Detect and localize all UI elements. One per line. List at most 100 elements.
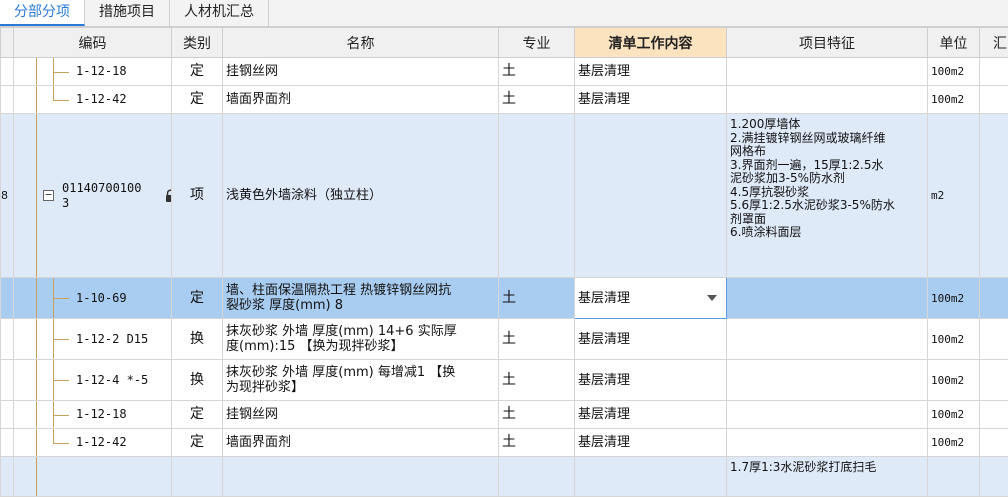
header-name[interactable]: 名称 — [223, 28, 499, 58]
table-row-item[interactable]: 1.7厚1:3水泥砂浆打底扫毛 — [1, 457, 1008, 497]
type-cell[interactable]: 项 — [172, 114, 223, 278]
code-cell[interactable]: 1-12-18 — [14, 58, 172, 86]
type-cell[interactable]: 定 — [172, 278, 223, 319]
header-spec[interactable]: 专业 — [499, 28, 575, 58]
spec-cell[interactable] — [499, 114, 575, 278]
tab-rencaiji-huizong[interactable]: 人材机汇总 — [170, 0, 269, 26]
code-text: 1-12-18 — [76, 401, 127, 428]
spec-cell[interactable]: 土 — [499, 429, 575, 457]
code-cell[interactable]: 1-12-2 D15 — [14, 319, 172, 360]
name-cell[interactable]: 墙、柱面保温隔热工程 热镀锌钢丝网抗裂砂浆 厚度(mm) 8 — [223, 278, 499, 319]
work-content-cell[interactable]: 基层清理 — [575, 401, 727, 429]
chevron-down-icon[interactable] — [707, 290, 717, 305]
table-row[interactable]: 1-12-2 D15 换 抹灰砂浆 外墙 厚度(mm) 14+6 实际厚度(mm… — [1, 319, 1008, 360]
spec-cell[interactable]: 土 — [499, 278, 575, 319]
unit-cell[interactable]: 100m2 — [928, 429, 980, 457]
name-cell[interactable]: 墙面界面剂 — [223, 429, 499, 457]
type-cell[interactable]: 定 — [172, 58, 223, 86]
header-feature[interactable]: 项目特征 — [727, 28, 928, 58]
name-cell[interactable]: 挂钢丝网 — [223, 401, 499, 429]
work-content-cell[interactable]: 基层清理 — [575, 319, 727, 360]
header-extra[interactable]: 汇 — [980, 28, 1008, 58]
name-cell[interactable]: 墙面界面剂 — [223, 86, 499, 114]
feature-cell[interactable] — [727, 429, 928, 457]
header-type[interactable]: 类别 — [172, 28, 223, 58]
feature-cell[interactable] — [727, 360, 928, 401]
work-content-cell[interactable]: 基层清理 — [575, 58, 727, 86]
type-cell[interactable]: 定 — [172, 401, 223, 429]
feature-cell[interactable]: 1.200厚墙体 2.满挂镀锌钢丝网或玻璃纤维 网格布 3.界面剂一遍，15厚1… — [727, 114, 928, 278]
spec-cell[interactable]: 土 — [499, 86, 575, 114]
unit-cell[interactable]: 100m2 — [928, 360, 980, 401]
header-code[interactable]: 编码 — [14, 28, 172, 58]
feature-cell[interactable] — [727, 86, 928, 114]
feature-cell[interactable] — [727, 58, 928, 86]
tab-bar: 分部分项 措施项目 人材机汇总 — [0, 0, 1008, 27]
spec-cell[interactable]: 土 — [499, 401, 575, 429]
extra-cell[interactable] — [980, 278, 1008, 319]
type-cell[interactable]: 定 — [172, 429, 223, 457]
name-cell[interactable]: 挂钢丝网 — [223, 58, 499, 86]
work-content-cell[interactable]: 基层清理 — [575, 86, 727, 114]
spec-cell[interactable]: 土 — [499, 360, 575, 401]
table-row[interactable]: 1-12-18 定 挂钢丝网 土 基层清理 100m2 — [1, 58, 1008, 86]
unit-cell[interactable] — [928, 457, 980, 497]
work-content-dropdown[interactable]: 基层清理 — [575, 278, 727, 319]
spec-cell[interactable]: 土 — [499, 58, 575, 86]
work-content-cell[interactable] — [575, 457, 727, 497]
table-row[interactable]: 1-12-42 定 墙面界面剂 土 基层清理 100m2 — [1, 429, 1008, 457]
unit-cell[interactable]: 100m2 — [928, 86, 980, 114]
type-cell[interactable]: 换 — [172, 360, 223, 401]
work-content-cell[interactable]: 基层清理 — [575, 429, 727, 457]
extra-cell[interactable] — [980, 114, 1008, 278]
extra-cell[interactable] — [980, 360, 1008, 401]
code-cell[interactable]: 1-12-18 — [14, 401, 172, 429]
feature-cell[interactable] — [727, 278, 928, 319]
tab-fenbu-fenxiang[interactable]: 分部分项 — [0, 0, 85, 26]
code-cell[interactable]: 1-12-42 — [14, 86, 172, 114]
table-row[interactable]: 1-12-4 *-5 换 抹灰砂浆 外墙 厚度(mm) 每增减1 【换为现拌砂浆… — [1, 360, 1008, 401]
name-cell[interactable]: 抹灰砂浆 外墙 厚度(mm) 每增减1 【换为现拌砂浆】 — [223, 360, 499, 401]
feature-cell[interactable] — [727, 319, 928, 360]
code-cell[interactable]: − 011407001003 — [14, 114, 172, 278]
unit-cell[interactable]: 100m2 — [928, 319, 980, 360]
unit-cell[interactable]: 100m2 — [928, 58, 980, 86]
lock-icon — [165, 189, 172, 206]
code-cell[interactable]: 1-12-4 *-5 — [14, 360, 172, 401]
row-number — [1, 429, 14, 457]
type-cell[interactable]: 定 — [172, 86, 223, 114]
extra-cell[interactable] — [980, 58, 1008, 86]
header-work-content[interactable]: 清单工作内容 — [575, 28, 727, 58]
name-cell[interactable]: 浅黄色外墙涂料（独立柱） — [223, 114, 499, 278]
spec-cell[interactable]: 土 — [499, 319, 575, 360]
feature-cell[interactable] — [727, 401, 928, 429]
extra-cell[interactable] — [980, 457, 1008, 497]
collapse-minus-icon[interactable]: − — [43, 190, 54, 201]
table-row-selected[interactable]: 1-10-69 定 墙、柱面保温隔热工程 热镀锌钢丝网抗裂砂浆 厚度(mm) 8… — [1, 278, 1008, 319]
unit-cell[interactable]: 100m2 — [928, 401, 980, 429]
code-cell[interactable]: 1-10-69 — [14, 278, 172, 319]
work-content-cell[interactable] — [575, 114, 727, 278]
tab-cuoshi-xiangmu[interactable]: 措施项目 — [85, 0, 170, 26]
code-text: 011407001003 — [62, 114, 141, 277]
type-cell[interactable] — [172, 457, 223, 497]
extra-cell[interactable] — [980, 429, 1008, 457]
code-cell[interactable] — [14, 457, 172, 497]
table-row-item[interactable]: 8 − 011407001003 项 浅黄色外墙涂料（独立柱） 1. — [1, 114, 1008, 278]
name-cell[interactable]: 抹灰砂浆 外墙 厚度(mm) 14+6 实际厚度(mm):15 【换为现拌砂浆】 — [223, 319, 499, 360]
unit-cell[interactable]: 100m2 — [928, 278, 980, 319]
extra-cell[interactable] — [980, 319, 1008, 360]
feature-cell[interactable]: 1.7厚1:3水泥砂浆打底扫毛 — [727, 457, 928, 497]
extra-cell[interactable] — [980, 86, 1008, 114]
table-row[interactable]: 1-12-18 定 挂钢丝网 土 基层清理 100m2 — [1, 401, 1008, 429]
extra-cell[interactable] — [980, 401, 1008, 429]
name-cell[interactable] — [223, 457, 499, 497]
unit-cell[interactable]: m2 — [928, 114, 980, 278]
code-cell[interactable]: 1-12-42 — [14, 429, 172, 457]
spec-cell[interactable] — [499, 457, 575, 497]
header-unit[interactable]: 单位 — [928, 28, 980, 58]
row-number — [1, 58, 14, 86]
table-row[interactable]: 1-12-42 定 墙面界面剂 土 基层清理 100m2 — [1, 86, 1008, 114]
work-content-cell[interactable]: 基层清理 — [575, 360, 727, 401]
type-cell[interactable]: 换 — [172, 319, 223, 360]
